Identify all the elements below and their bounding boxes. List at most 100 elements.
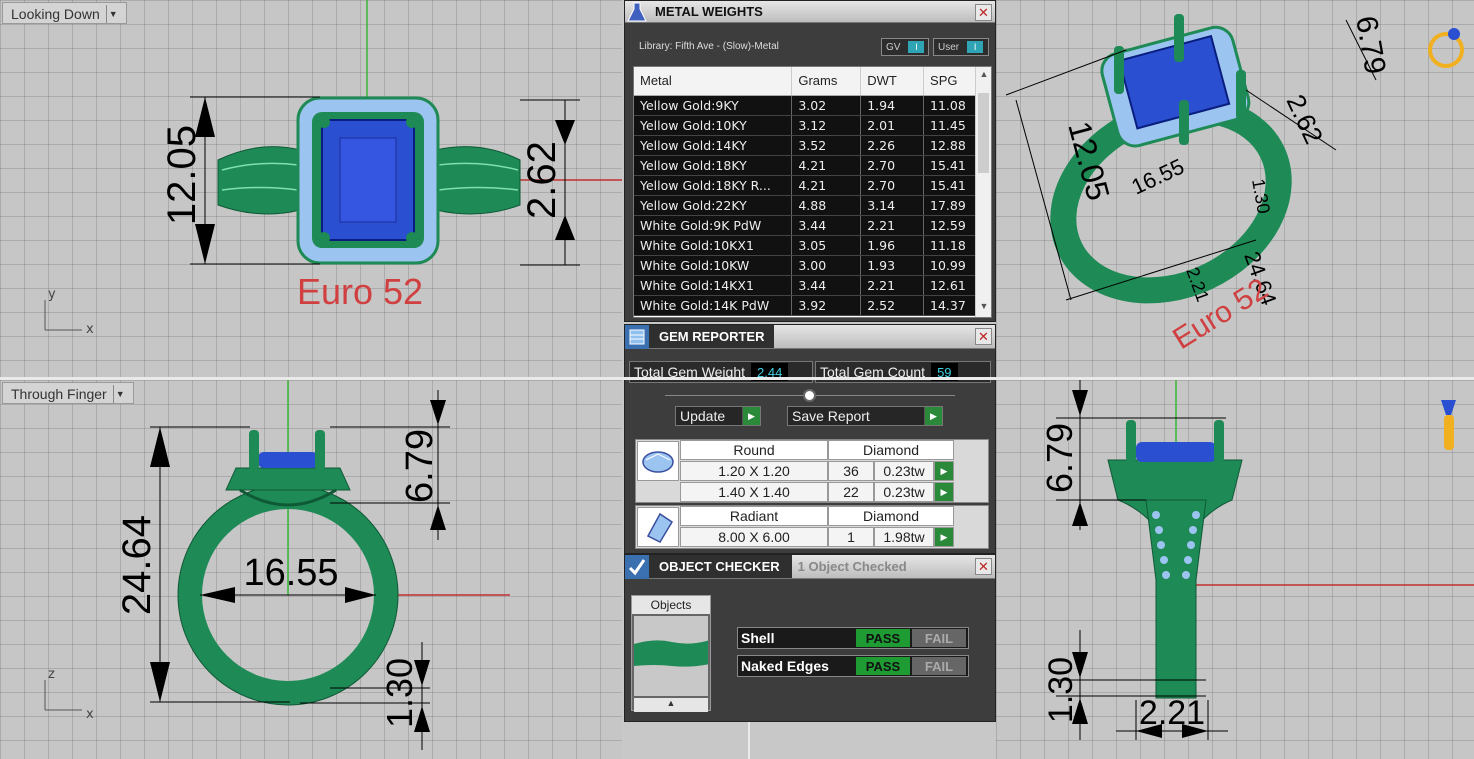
chevron-down-icon[interactable]: ▼ <box>112 385 127 403</box>
grams-cell: 3.12 <box>791 115 862 136</box>
user-toggle[interactable]: User I <box>933 38 989 56</box>
perspective-view-drawing: 12.05 6.79 2.62 16.55 1.30 2.21 24.64 Eu… <box>1005 13 1464 356</box>
metal-cell: Yellow Gold:14KY <box>634 135 793 156</box>
viewport-looking-down[interactable]: 12.05 2.62 Euro 52 y x Looking Down ▼ <box>0 0 622 377</box>
viewport-title-through-finger[interactable]: Through Finger ▼ <box>2 382 134 404</box>
axis-x-bottom: x <box>86 707 94 722</box>
table-scrollbar[interactable]: ▲ ▼ <box>975 67 991 317</box>
gem-count-cell: 22 <box>828 482 874 502</box>
table-row[interactable]: White Gold:10KX1 3.05 1.96 11.18 <box>634 235 977 256</box>
viewport-side[interactable]: 6.79 1.30 2.21 <box>996 380 1474 759</box>
check-naked-edges-pass: PASS <box>856 657 910 675</box>
check-naked-edges-fail: FAIL <box>912 657 966 675</box>
table-row[interactable]: Yellow Gold:10KY 3.12 2.01 11.45 <box>634 115 977 136</box>
gem-weight-cell: 1.98tw <box>874 527 934 547</box>
scroll-up-icon[interactable]: ▲ <box>976 69 991 83</box>
grams-cell: 3.92 <box>791 295 862 316</box>
checkmark-icon <box>625 554 649 579</box>
ring-size-label: Euro 52 <box>297 271 423 312</box>
viewport-title-looking-down[interactable]: Looking Down ▼ <box>2 2 127 24</box>
gv-toggle[interactable]: GV I <box>881 38 929 56</box>
save-report-button[interactable]: Save Report ▶ <box>787 406 943 426</box>
check-shell-pass: PASS <box>856 629 910 647</box>
objects-box[interactable]: Objects ▲ <box>631 595 711 712</box>
metal-weights-titlebar[interactable]: METAL WEIGHTS ✕ <box>625 1 995 23</box>
scroll-thumb[interactable] <box>978 93 989 173</box>
metal-cell: White Gold:14KX1 <box>634 275 793 296</box>
object-checker-titlebar[interactable]: OBJECT CHECKER 1 Object Checked ✕ <box>625 554 995 579</box>
grams-cell: 3.05 <box>791 235 862 256</box>
gem-shape-cell: Round <box>680 440 828 460</box>
round-gem-icon <box>637 441 679 481</box>
close-icon[interactable]: ✕ <box>975 328 992 345</box>
object-checker-status: 1 Object Checked <box>797 559 907 574</box>
gem-weight-cell: 0.23tw <box>874 482 934 502</box>
metal-cell: Yellow Gold:22KY <box>634 195 793 216</box>
library-label: Library: Fifth Ave - (Slow)-Metal <box>639 41 779 52</box>
dim-6-79-persp: 6.79 <box>1349 13 1392 76</box>
col-metal[interactable]: Metal <box>634 67 793 96</box>
table-row[interactable]: White Gold:10KW 3.00 1.93 10.99 <box>634 255 977 276</box>
dim-2-21-side: 2.21 <box>1139 694 1205 732</box>
dwt-cell: 2.70 <box>860 175 925 196</box>
dwt-cell: 2.70 <box>860 155 925 176</box>
dim-24-64: 24.64 <box>115 515 159 615</box>
update-button[interactable]: Update ▶ <box>675 406 761 426</box>
viewport-perspective[interactable]: 12.05 6.79 2.62 16.55 1.30 2.21 24.64 Eu… <box>996 0 1474 377</box>
gem-size-cell: 8.00 X 6.00 <box>680 527 828 547</box>
metal-cell: Yellow Gold:18KY <box>634 155 793 176</box>
chevron-down-icon[interactable]: ▼ <box>105 5 120 23</box>
check-naked-edges-label: Naked Edges <box>741 658 829 674</box>
dwt-cell: 1.93 <box>860 255 925 276</box>
dwt-cell: 1.94 <box>860 95 925 116</box>
spg-cell: 12.59 <box>923 215 977 236</box>
spg-cell: 11.45 <box>923 115 977 136</box>
row-go-button[interactable]: ▶ <box>934 527 954 547</box>
col-spg[interactable]: SPG <box>923 67 977 96</box>
gem-reporter-panel: GEM REPORTER ✕ Total Gem Weight 2.44 Tot… <box>624 324 996 554</box>
table-row[interactable]: Yellow Gold:14KY 3.52 2.26 12.88 <box>634 135 977 156</box>
dim-16-55-persp: 16.55 <box>1128 154 1188 200</box>
close-icon[interactable]: ✕ <box>975 4 992 21</box>
gem-report-icon <box>625 324 649 349</box>
metal-weights-title: METAL WEIGHTS <box>655 4 763 19</box>
spg-cell: 17.89 <box>923 195 977 216</box>
gv-toggle-label: GV <box>886 41 901 53</box>
grams-cell: 3.44 <box>791 275 862 296</box>
col-grams[interactable]: Grams <box>791 67 862 96</box>
chevron-up-icon[interactable]: ▲ <box>634 698 708 712</box>
dim-6-79: 6.79 <box>399 429 441 503</box>
metal-cell: White Gold:14K PdW <box>634 295 793 316</box>
col-dwt[interactable]: DWT <box>860 67 925 96</box>
metal-cell: Yellow Gold:9KY <box>634 95 793 116</box>
radiant-gem-icon <box>637 507 679 547</box>
pendant-icon <box>1441 400 1456 450</box>
check-naked-edges-row: Naked Edges PASS FAIL <box>737 655 969 677</box>
table-row[interactable]: Yellow Gold:9KY 3.02 1.94 11.08 <box>634 95 977 116</box>
table-row[interactable]: Yellow Gold:22KY 4.88 3.14 17.89 <box>634 195 977 216</box>
close-icon[interactable]: ✕ <box>975 558 992 575</box>
table-row[interactable]: Yellow Gold:18KY 4.21 2.70 15.41 <box>634 155 977 176</box>
front-view-drawing: 24.64 16.55 6.79 1.30 z x <box>44 380 510 750</box>
dwt-cell: 2.26 <box>860 135 925 156</box>
viewport-divider-vertical[interactable] <box>748 722 750 759</box>
object-thumbnail[interactable] <box>634 616 708 696</box>
metal-cell: White Gold:10KW <box>634 255 793 276</box>
table-row[interactable]: White Gold:14K PdW 3.92 2.52 14.37 <box>634 295 977 316</box>
row-go-button[interactable]: ▶ <box>934 461 954 481</box>
viewport-through-finger[interactable]: 24.64 16.55 6.79 1.30 z x Through Finger… <box>0 380 622 759</box>
dim-1-30-side: 1.30 <box>1042 657 1080 723</box>
gem-reporter-slider[interactable] <box>665 389 955 402</box>
scroll-down-icon[interactable]: ▼ <box>976 301 991 315</box>
viewport-divider-horizontal[interactable] <box>0 377 1474 380</box>
table-row[interactable]: White Gold:9K PdW 3.44 2.21 12.59 <box>634 215 977 236</box>
dwt-cell: 2.21 <box>860 215 925 236</box>
table-row[interactable]: White Gold:14KX1 3.44 2.21 12.61 <box>634 275 977 296</box>
top-view-drawing: 12.05 2.62 Euro 52 y x <box>44 0 622 337</box>
gem-reporter-titlebar[interactable]: GEM REPORTER ✕ <box>625 324 995 349</box>
slider-knob[interactable] <box>803 389 816 402</box>
metal-weights-table: Metal Grams DWT SPG Yellow Gold:9KY 3.02 1… <box>633 66 992 318</box>
dim-2-62: 2.62 <box>520 141 564 219</box>
table-row[interactable]: Yellow Gold:18KY R... 4.21 2.70 15.41 <box>634 175 977 196</box>
row-go-button[interactable]: ▶ <box>934 482 954 502</box>
